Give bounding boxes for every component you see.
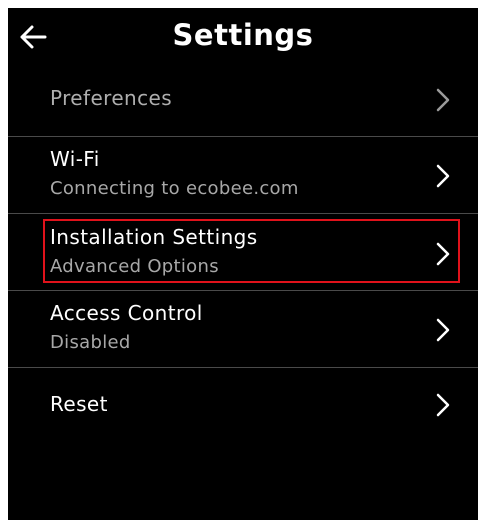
wifi-status: Connecting to ecobee.com [50, 178, 299, 199]
menu-item-wifi[interactable]: Wi-Fi Connecting to ecobee.com [8, 137, 478, 213]
access-control-status: Disabled [50, 332, 131, 353]
menu-item-label: Preferences [50, 86, 173, 110]
chevron-right-icon [436, 88, 450, 112]
menu-item-preferences[interactable]: Preferences [8, 66, 478, 136]
chevron-right-icon [436, 393, 450, 417]
chevron-right-icon [436, 164, 450, 188]
menu-item-reset[interactable]: Reset [8, 368, 478, 444]
header: Settings [8, 8, 478, 66]
thermostat-screen: Settings Preferences Wi-Fi Connecting to… [8, 8, 478, 520]
chevron-right-icon [436, 318, 450, 342]
menu-item-label: Access Control [50, 301, 203, 325]
page-title: Settings [172, 18, 314, 52]
menu-item-label: Reset [50, 392, 108, 416]
highlight-annotation-box [43, 219, 460, 283]
menu-item-label: Wi-Fi [50, 147, 100, 171]
menu-item-access-control[interactable]: Access Control Disabled [8, 291, 478, 367]
